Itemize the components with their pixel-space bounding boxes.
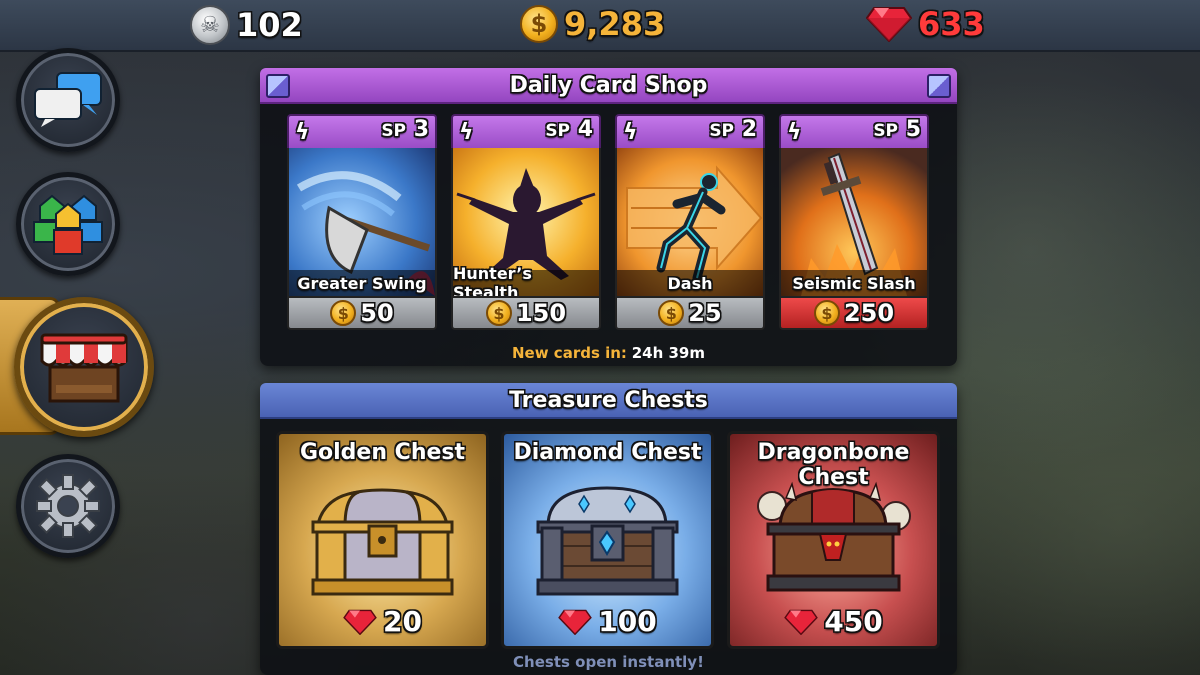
card-price: 25 — [688, 299, 722, 327]
card-price: 50 — [360, 299, 394, 327]
shop-button[interactable] — [14, 297, 154, 437]
card-price-button[interactable]: $ 250 — [779, 296, 929, 330]
card-sp: SP 5 — [873, 117, 921, 142]
chests-open-note: Chests open instantly! — [513, 653, 704, 671]
guild-button[interactable] — [16, 172, 120, 276]
gem-counter: 633 — [866, 5, 985, 43]
silver-counter: ☠ 102 — [190, 5, 303, 45]
treasure-chests-panel: Treasure Chests Golden Chest 20 Diamond … — [260, 383, 957, 675]
card-art-dash: Dash — [615, 148, 765, 296]
chest-name: Diamond Chest — [513, 440, 702, 465]
diamond-chest-icon — [536, 486, 679, 596]
silver-amount: 102 — [236, 6, 303, 44]
new-cards-label: New cards in: — [512, 344, 627, 362]
gem-amount: 633 — [918, 5, 985, 43]
gold-coin-icon: $ — [330, 300, 357, 326]
card-name: Greater Swing — [289, 270, 435, 296]
new-cards-time: 24h 39m — [631, 344, 705, 362]
card-sp: SP 2 — [709, 117, 757, 142]
guild-heroes-icon — [33, 194, 103, 255]
chest-name: Golden Chest — [299, 440, 466, 465]
dragonbone-chest-icon — [757, 481, 911, 592]
gold-counter: $ 9,283 — [520, 5, 665, 43]
gold-coin-icon: $ — [813, 300, 840, 326]
golden-chest-offer[interactable]: Golden Chest 20 — [276, 431, 489, 649]
card-name: Dash — [617, 270, 763, 296]
daily-card-shop-title: Daily Card Shop — [509, 72, 708, 98]
lightning-icon: ϟ — [787, 120, 802, 145]
settings-button[interactable] — [16, 454, 120, 558]
gear-icon — [36, 474, 100, 538]
card-art-greater-swing: Greater Swing — [287, 148, 437, 296]
treasure-chests-header: Treasure Chests — [260, 383, 957, 419]
chest-price: 20 — [383, 605, 422, 638]
treasure-chests-title: Treasure Chests — [509, 387, 708, 413]
lightning-icon: ϟ — [459, 120, 474, 145]
lightning-icon: ϟ — [623, 120, 638, 145]
shop-card[interactable]: ϟ SP 3 Greater Swing $ 50 — [287, 114, 437, 334]
card-header: ϟ SP 2 — [615, 114, 765, 148]
card-name: Hunter’s Stealth — [453, 264, 599, 296]
card-swap-icon — [266, 74, 290, 98]
card-art-hunters-stealth: Hunter’s Stealth — [451, 148, 601, 296]
card-art-seismic-slash: Seismic Slash — [779, 148, 929, 296]
card-header: ϟ SP 3 — [287, 114, 437, 148]
gem-icon — [784, 609, 819, 635]
daily-card-shop-panel: Daily Card Shop ϟ SP 3 Greater Swing $ 5… — [260, 68, 957, 366]
chest-price-button[interactable]: 100 — [504, 605, 711, 638]
new-cards-timer: New cards in: 24h 39m — [260, 344, 957, 362]
gold-coin-icon: $ — [658, 300, 685, 326]
golden-chest-icon — [311, 488, 454, 596]
silver-coin-icon: ☠ — [190, 5, 230, 45]
diamond-chest-offer[interactable]: Diamond Chest 100 — [501, 431, 714, 649]
shop-card[interactable]: ϟ SP 2 Dash $ 25 — [615, 114, 765, 334]
chest-price-button[interactable]: 20 — [279, 605, 486, 638]
gem-icon — [558, 609, 593, 635]
card-swap-icon — [927, 74, 951, 98]
daily-card-shop-header: Daily Card Shop — [260, 68, 957, 104]
chat-button[interactable] — [16, 48, 120, 152]
chest-price-button[interactable]: 450 — [730, 605, 937, 638]
card-sp: SP 4 — [545, 117, 593, 142]
card-price-button[interactable]: $ 50 — [287, 296, 437, 330]
chest-price: 450 — [824, 605, 883, 638]
card-header: ϟ SP 5 — [779, 114, 929, 148]
gold-coin-icon: $ — [485, 300, 512, 326]
card-price: 250 — [843, 299, 895, 327]
card-price-button[interactable]: $ 25 — [615, 296, 765, 330]
dragonbone-chest-offer[interactable]: Dragonbone Chest 450 — [727, 431, 940, 649]
market-stall-icon — [40, 333, 128, 403]
card-header: ϟ SP 4 — [451, 114, 601, 148]
shop-card[interactable]: ϟ SP 4 Hunter’s Stealth $ 150 — [451, 114, 601, 334]
currency-bar: ☠ 102 $ 9,283 633 — [0, 0, 1200, 52]
card-sp: SP 3 — [381, 117, 429, 142]
card-price-button[interactable]: $ 150 — [451, 296, 601, 330]
chest-price: 100 — [598, 605, 657, 638]
gem-icon — [343, 609, 377, 635]
lightning-icon: ϟ — [295, 120, 310, 145]
gold-coin-icon: $ — [520, 5, 558, 43]
card-name: Seismic Slash — [781, 270, 927, 296]
shop-card[interactable]: ϟ SP 5 Seismic Slash $ 250 — [779, 114, 929, 334]
gem-icon — [866, 7, 912, 42]
gold-amount: 9,283 — [564, 5, 666, 43]
card-price: 150 — [515, 299, 567, 327]
chat-bubbles-icon — [34, 72, 102, 127]
